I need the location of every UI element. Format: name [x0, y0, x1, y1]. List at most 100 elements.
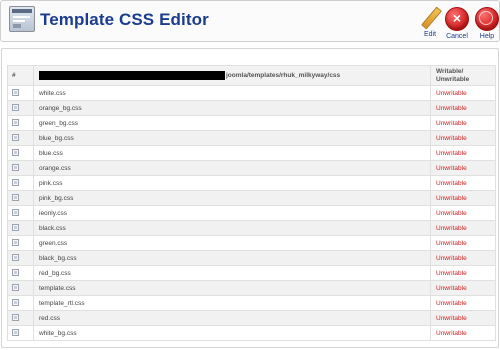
- radio-icon[interactable]: [12, 134, 19, 142]
- css-files-table: # joomla/templates/rhuk_milkyway/css Wri…: [7, 65, 496, 341]
- table-row[interactable]: template_rtl.css Unwritable: [7, 295, 496, 311]
- writable-status: Unwritable: [430, 85, 496, 101]
- table-row[interactable]: orange.css Unwritable: [7, 160, 496, 176]
- file-name[interactable]: pink_bg.css: [33, 190, 431, 206]
- table-row[interactable]: ieonly.css Unwritable: [7, 205, 496, 221]
- writable-status: Unwritable: [430, 145, 496, 161]
- table-row[interactable]: black_bg.css Unwritable: [7, 250, 496, 266]
- row-select-cell: [7, 175, 34, 191]
- table-row[interactable]: template.css Unwritable: [7, 280, 496, 296]
- edit-button[interactable]: Edit: [419, 7, 441, 38]
- row-select-cell: [7, 190, 34, 206]
- path-suffix: joomla/templates/rhuk_milkyway/css: [226, 72, 341, 79]
- row-select-cell: [7, 115, 34, 131]
- writable-status: Unwritable: [430, 175, 496, 191]
- file-name[interactable]: blue_bg.css: [33, 130, 431, 146]
- row-select-cell: [7, 295, 34, 311]
- help-icon: [475, 7, 499, 31]
- radio-icon[interactable]: [12, 194, 19, 202]
- writable-status: Unwritable: [430, 190, 496, 206]
- toolbar-header: Template CSS Editor Edit × Cancel Help: [0, 0, 500, 42]
- table-row[interactable]: white_bg.css Unwritable: [7, 325, 496, 341]
- row-select-cell: [7, 220, 34, 236]
- table-row[interactable]: blue.css Unwritable: [7, 145, 496, 161]
- table-row[interactable]: pink_bg.css Unwritable: [7, 190, 496, 206]
- file-name[interactable]: orange.css: [33, 160, 431, 176]
- row-select-cell: [7, 325, 34, 341]
- radio-icon[interactable]: [12, 89, 19, 97]
- writable-status: Unwritable: [430, 280, 496, 296]
- table-row[interactable]: black.css Unwritable: [7, 220, 496, 236]
- radio-icon[interactable]: [12, 254, 19, 262]
- file-name[interactable]: blue.css: [33, 145, 431, 161]
- table-row[interactable]: green.css Unwritable: [7, 235, 496, 251]
- writable-status: Unwritable: [430, 310, 496, 326]
- radio-icon[interactable]: [12, 269, 19, 277]
- row-select-cell: [7, 250, 34, 266]
- row-select-cell: [7, 235, 34, 251]
- file-name[interactable]: white.css: [33, 85, 431, 101]
- row-select-cell: [7, 205, 34, 221]
- file-name[interactable]: template_rtl.css: [33, 295, 431, 311]
- table-header-row: # joomla/templates/rhuk_milkyway/css Wri…: [7, 65, 496, 86]
- row-select-cell: [7, 100, 34, 116]
- writable-status: Unwritable: [430, 220, 496, 236]
- table-row[interactable]: pink.css Unwritable: [7, 175, 496, 191]
- radio-icon[interactable]: [12, 284, 19, 292]
- radio-icon[interactable]: [12, 299, 19, 307]
- radio-icon[interactable]: [12, 329, 19, 337]
- table-row[interactable]: orange_bg.css Unwritable: [7, 100, 496, 116]
- help-label: Help: [479, 33, 495, 40]
- table-row[interactable]: red_bg.css Unwritable: [7, 265, 496, 281]
- file-name[interactable]: red_bg.css: [33, 265, 431, 281]
- edit-label: Edit: [423, 31, 437, 38]
- column-path: joomla/templates/rhuk_milkyway/css: [33, 65, 431, 86]
- file-name[interactable]: black_bg.css: [33, 250, 431, 266]
- redacted-path-block: [39, 71, 225, 80]
- table-row[interactable]: blue_bg.css Unwritable: [7, 130, 496, 146]
- radio-icon[interactable]: [12, 314, 19, 322]
- help-button[interactable]: Help: [475, 7, 499, 40]
- writable-status: Unwritable: [430, 265, 496, 281]
- radio-icon[interactable]: [12, 179, 19, 187]
- file-name[interactable]: white_bg.css: [33, 325, 431, 341]
- table-row[interactable]: red.css Unwritable: [7, 310, 496, 326]
- radio-icon[interactable]: [12, 209, 19, 217]
- file-name[interactable]: template.css: [33, 280, 431, 296]
- writable-status: Unwritable: [430, 100, 496, 116]
- table-row[interactable]: white.css Unwritable: [7, 85, 496, 101]
- table-row[interactable]: green_bg.css Unwritable: [7, 115, 496, 131]
- radio-icon[interactable]: [12, 149, 19, 157]
- writable-status: Unwritable: [430, 160, 496, 176]
- writable-status: Unwritable: [430, 235, 496, 251]
- column-writable: Writable/ Unwritable: [430, 65, 496, 86]
- template-icon: [9, 6, 35, 32]
- column-number: #: [7, 65, 34, 86]
- row-select-cell: [7, 145, 34, 161]
- radio-icon[interactable]: [12, 239, 19, 247]
- radio-icon[interactable]: [12, 104, 19, 112]
- file-name[interactable]: green_bg.css: [33, 115, 431, 131]
- file-name[interactable]: ieonly.css: [33, 205, 431, 221]
- row-select-cell: [7, 85, 34, 101]
- writable-status: Unwritable: [430, 130, 496, 146]
- radio-icon[interactable]: [12, 119, 19, 127]
- writable-status: Unwritable: [430, 250, 496, 266]
- file-name[interactable]: orange_bg.css: [33, 100, 431, 116]
- radio-icon[interactable]: [12, 224, 19, 232]
- row-select-cell: [7, 265, 34, 281]
- cancel-icon: ×: [445, 7, 469, 31]
- cancel-label: Cancel: [446, 33, 468, 40]
- cancel-button[interactable]: × Cancel: [445, 7, 469, 40]
- file-name[interactable]: pink.css: [33, 175, 431, 191]
- file-name[interactable]: black.css: [33, 220, 431, 236]
- writable-status: Unwritable: [430, 295, 496, 311]
- radio-icon[interactable]: [12, 164, 19, 172]
- file-name[interactable]: green.css: [33, 235, 431, 251]
- row-select-cell: [7, 280, 34, 296]
- edit-icon: [419, 7, 441, 29]
- row-select-cell: [7, 130, 34, 146]
- file-name[interactable]: red.css: [33, 310, 431, 326]
- files-panel: # joomla/templates/rhuk_milkyway/css Wri…: [1, 48, 499, 348]
- writable-status: Unwritable: [430, 325, 496, 341]
